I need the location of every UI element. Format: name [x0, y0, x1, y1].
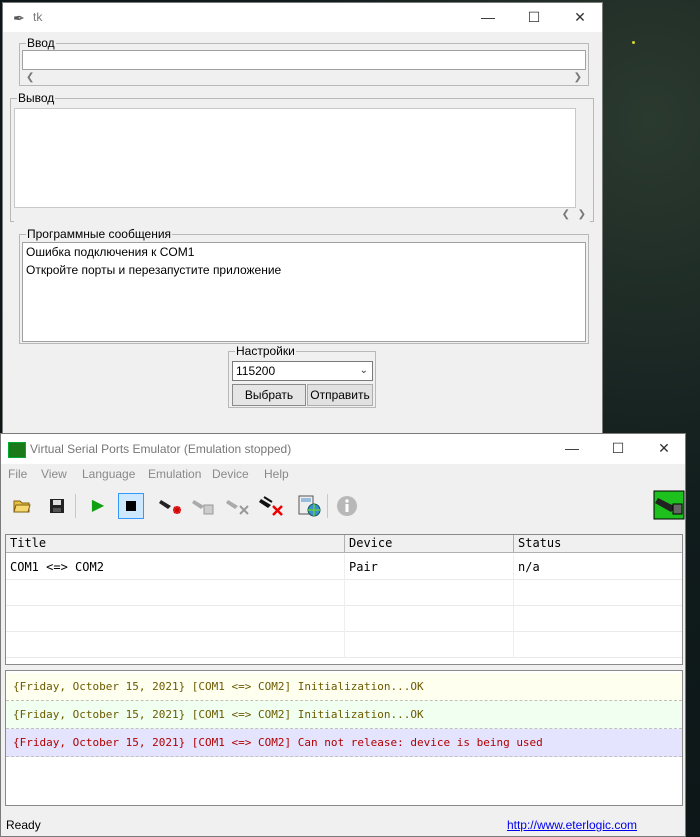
empty-cell	[345, 580, 514, 606]
input-hscrollbar[interactable]: ❮ ❯	[22, 71, 586, 85]
minimize-button[interactable]: —	[549, 434, 595, 463]
row-title-cell: COM1 <=> COM2	[6, 554, 345, 580]
status-bar: Ready http://www.eterlogic.com	[1, 814, 685, 836]
settings-group-label: Настройки	[235, 344, 296, 358]
close-button[interactable]: ✕	[557, 3, 603, 32]
delete-device-icon[interactable]	[259, 493, 285, 519]
output-group-label: Вывод	[17, 91, 56, 105]
vspe-window: Virtual Serial Ports Emulator (Emulation…	[0, 433, 686, 837]
log-entry: {Friday, October 15, 2021} [COM1 <=> COM…	[6, 701, 682, 729]
empty-cell	[345, 606, 514, 632]
maximize-button[interactable]: ☐	[595, 434, 641, 463]
info-icon[interactable]	[334, 493, 360, 519]
open-folder-icon[interactable]	[9, 493, 35, 519]
save-icon[interactable]	[44, 493, 70, 519]
chevron-down-icon[interactable]: ⌄	[360, 362, 368, 380]
scroll-right-icon[interactable]: ❯	[574, 71, 582, 85]
serial-port-logo-icon	[653, 489, 685, 521]
empty-table-row	[6, 632, 682, 658]
column-header-device[interactable]: Device	[345, 535, 514, 553]
row-status-cell: n/a	[518, 560, 540, 574]
event-log[interactable]: {Friday, October 15, 2021} [COM1 <=> COM…	[5, 670, 683, 806]
tk-window: ✒ tk — ☐ ✕ Ввод ❮ ❯ Вывод ❮ ❯ Программны…	[2, 2, 603, 434]
vspe-window-title: Virtual Serial Ports Emulator (Emulation…	[30, 442, 292, 456]
toolbar-separator	[327, 494, 328, 518]
message-line: Откройте порты и перезапустите приложени…	[26, 263, 282, 277]
toolbar: ▶	[1, 486, 685, 526]
baud-rate-value: 115200	[236, 364, 276, 378]
send-button[interactable]: Отправить	[307, 384, 373, 406]
messages-group: Программные сообщения Ошибка подключения…	[19, 227, 589, 344]
messages-textarea[interactable]: Ошибка подключения к COM1 Откройте порты…	[22, 242, 586, 342]
menu-file[interactable]: File	[8, 467, 27, 481]
device-table: Title Device Status COM1 <=> COM2 Pair n…	[5, 534, 683, 665]
feather-icon: ✒	[13, 10, 25, 26]
start-emulation-icon[interactable]: ▶	[85, 493, 111, 519]
empty-cell	[6, 580, 345, 606]
tk-window-title: tk	[33, 10, 43, 24]
empty-cell	[345, 632, 514, 658]
menu-language[interactable]: Language	[82, 467, 135, 481]
vspe-title-bar: Virtual Serial Ports Emulator (Emulation…	[1, 434, 685, 464]
stop-emulation-icon[interactable]	[118, 493, 144, 519]
baud-rate-combobox[interactable]: 115200 ⌄	[232, 361, 373, 381]
select-button[interactable]: Выбрать	[232, 384, 306, 406]
website-link[interactable]: http://www.eterlogic.com	[507, 818, 637, 832]
scroll-left-icon[interactable]: ❮	[562, 208, 570, 222]
minimize-button[interactable]: —	[465, 3, 511, 32]
output-hscrollbar[interactable]: ❮ ❯	[14, 208, 590, 222]
empty-cell	[6, 632, 345, 658]
serial-port-app-icon	[8, 442, 26, 458]
output-textarea[interactable]	[14, 108, 576, 208]
table-row[interactable]: COM1 <=> COM2 Pair n/a	[6, 554, 682, 580]
empty-table-row	[6, 580, 682, 606]
input-group-label: Ввод	[26, 36, 56, 50]
empty-table-row	[6, 606, 682, 632]
output-vscrollbar[interactable]	[577, 108, 591, 208]
tk-title-bar: ✒ tk — ☐ ✕	[3, 3, 602, 32]
column-header-status[interactable]: Status	[514, 535, 682, 553]
menu-help[interactable]: Help	[264, 467, 289, 481]
close-button[interactable]: ✕	[641, 434, 687, 463]
toolbar-separator	[75, 494, 76, 518]
menu-view[interactable]: View	[41, 467, 67, 481]
message-line: Ошибка подключения к COM1	[26, 245, 195, 259]
menu-emulation[interactable]: Emulation	[148, 467, 201, 481]
create-device-icon[interactable]	[158, 493, 184, 519]
log-entry: {Friday, October 15, 2021} [COM1 <=> COM…	[6, 729, 682, 757]
menu-bar: File View Language Emulation Device Help	[1, 464, 685, 484]
output-group: Вывод ❮ ❯	[10, 91, 594, 222]
column-header-title[interactable]: Title	[6, 535, 345, 553]
status-text: Ready	[6, 818, 41, 832]
menu-device[interactable]: Device	[212, 467, 249, 481]
desktop-star	[632, 41, 635, 44]
input-field[interactable]	[22, 50, 586, 70]
settings-group: Настройки 115200 ⌄ Выбрать Отправить	[228, 344, 376, 408]
input-group: Ввод ❮ ❯	[19, 36, 589, 86]
scroll-left-icon[interactable]: ❮	[26, 71, 34, 85]
calculator-globe-icon[interactable]	[296, 493, 322, 519]
edit-device-icon[interactable]	[191, 493, 217, 519]
empty-cell	[6, 606, 345, 632]
remove-device-icon[interactable]	[225, 493, 251, 519]
row-device-cell: Pair	[345, 554, 514, 580]
log-entry: {Friday, October 15, 2021} [COM1 <=> COM…	[6, 673, 682, 701]
messages-group-label: Программные сообщения	[26, 227, 173, 241]
maximize-button[interactable]: ☐	[511, 3, 557, 32]
scroll-right-icon[interactable]: ❯	[578, 208, 586, 222]
